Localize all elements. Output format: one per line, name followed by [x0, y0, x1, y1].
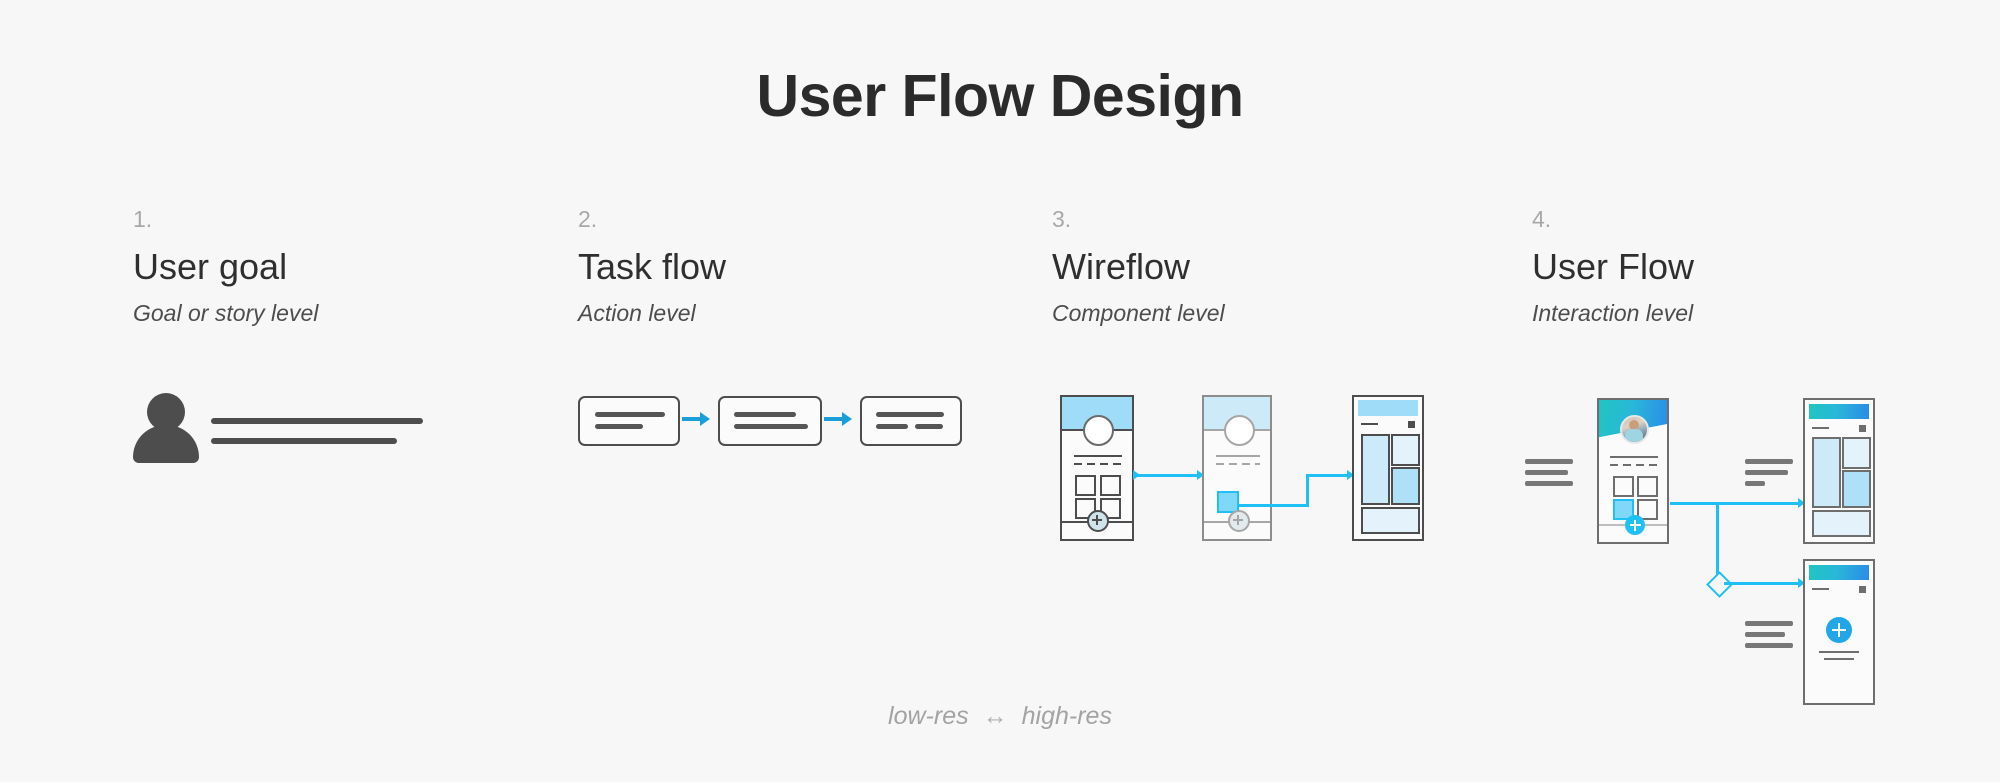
- profile-line-solid: [1610, 456, 1658, 459]
- wireflow-screen-1-tile-2[interactable]: [1100, 475, 1121, 496]
- task-box-1-line-2: [595, 424, 643, 429]
- task-flow-arrow-1: [682, 412, 710, 426]
- task-box-3-line-3: [915, 424, 943, 429]
- wireflow-screen-3-panel-footer: [1361, 507, 1420, 534]
- task-flow-arrow-2: [824, 412, 852, 426]
- wireflow-illustration: [1052, 388, 1452, 548]
- user-flow-annotation-1-line-1: [1525, 459, 1573, 464]
- step-column-1: 1. User goal Goal or story level: [133, 208, 318, 325]
- wireflow-screen-1-line-dashed: [1074, 463, 1122, 466]
- wireflow-screen-2-line-dashed: [1216, 463, 1260, 466]
- create-caption-line-2: [1824, 658, 1854, 661]
- user-flow-annotation-1-line-2: [1525, 470, 1568, 475]
- task-flow-illustration: [578, 396, 962, 446]
- profile-line-dashed: [1610, 464, 1658, 467]
- user-flow-dashboard-screen[interactable]: [1803, 398, 1875, 544]
- bidirectional-arrow-icon: ↔: [982, 702, 1008, 730]
- user-flow-create-screen[interactable]: [1803, 559, 1875, 705]
- step-title-4: User Flow: [1532, 246, 1695, 287]
- wireflow-screen-1-tile-1[interactable]: [1075, 475, 1096, 496]
- user-flow-annotation-1-line-3: [1525, 481, 1573, 486]
- step-column-4: 4. User Flow Interaction level: [1532, 208, 1694, 325]
- dashboard-header-gradient: [1809, 404, 1869, 419]
- create-title-line: [1812, 588, 1829, 591]
- dashboard-menu-icon[interactable]: [1859, 425, 1866, 432]
- wireflow-screen-1-avatar-placeholder: [1083, 415, 1114, 446]
- wireflow-connector-2-seg3: [1306, 474, 1350, 477]
- user-flow-annotation-2-line-1: [1745, 459, 1793, 464]
- wireflow-screen-1-add-icon[interactable]: [1087, 510, 1109, 532]
- wireflow-connector-1: [1136, 474, 1200, 477]
- task-flow-box-2[interactable]: [718, 396, 822, 446]
- task-box-2-line-1: [734, 412, 796, 417]
- profile-tile-2[interactable]: [1637, 476, 1658, 497]
- user-flow-connector-vertical: [1716, 502, 1719, 582]
- wireflow-screen-1[interactable]: [1060, 395, 1134, 541]
- wireflow-screen-3-header: [1358, 400, 1418, 416]
- wireflow-screen-3-panel-left: [1361, 434, 1390, 505]
- step-subtitle-3: Component level: [1052, 300, 1225, 326]
- dashboard-panel-footer: [1812, 510, 1871, 537]
- dashboard-panel-top-right: [1842, 437, 1871, 469]
- step-number-3: 3.: [1052, 206, 1072, 232]
- user-goal-illustration: [133, 393, 433, 463]
- user-flow-annotation-2-line-3: [1745, 481, 1765, 486]
- step-number-2: 2.: [578, 206, 598, 232]
- task-box-2-line-2: [734, 424, 808, 429]
- wireflow-screen-2-line-solid: [1216, 455, 1260, 458]
- user-flow-connector-horizontal-bottom: [1724, 582, 1802, 585]
- wireflow-screen-3-title-line: [1361, 423, 1378, 426]
- wireflow-screen-2[interactable]: [1202, 395, 1272, 541]
- user-flow-annotation-3-line-2: [1745, 632, 1785, 637]
- user-flow-annotation-2-line-2: [1745, 470, 1788, 475]
- wireflow-screen-1-line-solid: [1074, 455, 1122, 458]
- profile-avatar: [1620, 415, 1649, 444]
- dashboard-title-line: [1812, 427, 1829, 430]
- step-column-3: 3. Wireflow Component level: [1052, 208, 1225, 325]
- step-subtitle-4: Interaction level: [1532, 300, 1694, 326]
- task-box-3-line-1: [876, 412, 944, 417]
- resolution-caption: low-res ↔ high-res: [0, 702, 2000, 731]
- user-flow-annotation-3-line-3: [1745, 643, 1793, 648]
- caption-high-res: high-res: [1021, 702, 1112, 730]
- user-flow-annotation-3-line-1: [1745, 621, 1793, 626]
- user-flow-profile-screen[interactable]: [1597, 398, 1669, 544]
- user-flow-connector-horizontal-top: [1670, 502, 1802, 505]
- wireflow-screen-3[interactable]: [1352, 395, 1424, 541]
- step-subtitle-2: Action level: [578, 300, 696, 326]
- task-flow-box-1[interactable]: [578, 396, 680, 446]
- create-header-gradient: [1809, 565, 1869, 580]
- create-menu-icon[interactable]: [1859, 586, 1866, 593]
- step-number-4: 4.: [1532, 206, 1552, 232]
- step-title-3: Wireflow: [1052, 246, 1191, 287]
- page-title: User Flow Design: [756, 63, 1244, 129]
- wireflow-screen-3-panel-bottom-right: [1391, 467, 1420, 505]
- wireflow-screen-3-menu-icon[interactable]: [1408, 421, 1415, 428]
- wireflow-screen-3-panel-top-right: [1391, 434, 1420, 466]
- step-title-1: User goal: [133, 246, 288, 287]
- dashboard-panel-bottom-right: [1842, 470, 1871, 508]
- step-title-2: Task flow: [578, 246, 727, 287]
- step-number-1: 1.: [133, 206, 153, 232]
- goal-text-line-1: [211, 418, 423, 424]
- profile-tile-1[interactable]: [1613, 476, 1634, 497]
- task-box-3-line-2: [876, 424, 908, 429]
- step-column-2: 2. Task flow Action level: [578, 208, 726, 325]
- step-subtitle-1: Goal or story level: [133, 300, 319, 326]
- create-caption-line-1: [1819, 651, 1859, 654]
- person-body-icon: [133, 425, 199, 463]
- wireflow-connector-1-tip-left: [1133, 470, 1140, 480]
- dashboard-panel-left: [1812, 437, 1841, 508]
- caption-low-res: low-res: [888, 702, 969, 730]
- user-flow-illustration: [1520, 385, 1980, 705]
- task-flow-box-3[interactable]: [860, 396, 962, 446]
- profile-fab-add-icon[interactable]: [1625, 515, 1645, 535]
- wireflow-connector-2-seg2: [1306, 474, 1309, 507]
- wireflow-screen-2-avatar-placeholder: [1224, 415, 1255, 446]
- wireflow-connector-2-seg1: [1238, 504, 1308, 507]
- wireflow-screen-2-add-icon[interactable]: [1228, 510, 1250, 532]
- goal-text-line-2: [211, 438, 397, 444]
- create-large-fab-add-icon[interactable]: [1826, 617, 1852, 643]
- task-box-1-line-1: [595, 412, 665, 417]
